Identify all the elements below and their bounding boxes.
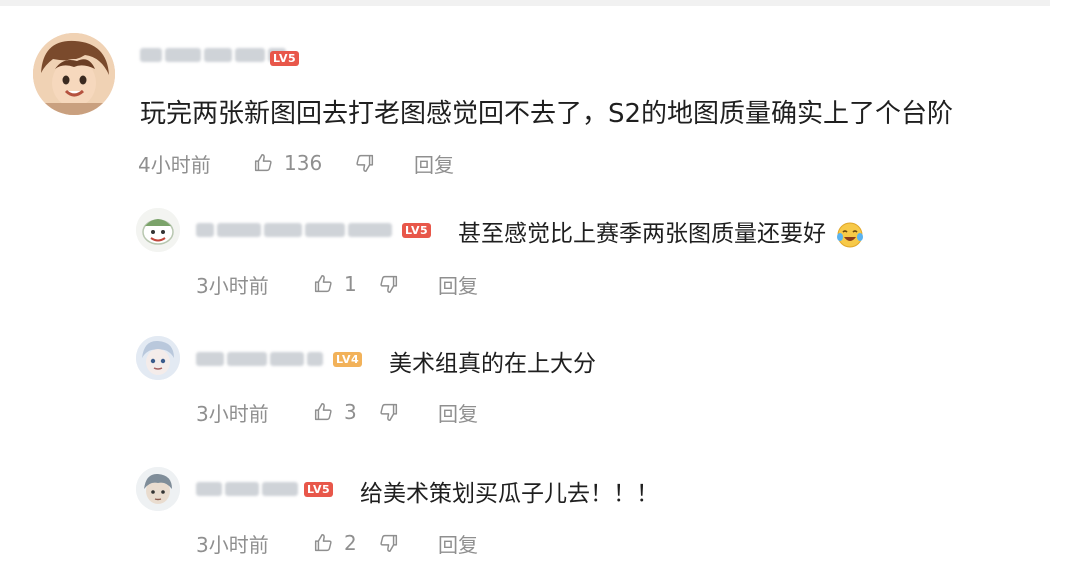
thumbs-down-icon[interactable] [354,152,376,174]
laughing-crying-emoji-icon [837,222,864,247]
avatar[interactable] [33,33,115,115]
username-blur [225,482,259,496]
timestamp: 3小时前 [196,273,269,298]
level-badge: LV5 [402,223,432,238]
reply-comment: LV5 甚至感觉比上赛季两张图质量还要好 3小时前 1 回复 [0,190,1080,310]
thumbs-up-icon[interactable] [312,401,334,423]
reply-text: 给美术策划买瓜子儿去！！！ [360,481,659,507]
username-blurred[interactable] [196,223,392,237]
avatar-image [136,208,180,252]
avatar-image [136,336,180,380]
username-blur [140,48,162,62]
level-badge: LV5 [304,482,334,497]
thumbs-up-icon[interactable] [312,273,334,295]
thumbs-down-icon[interactable] [378,273,400,295]
thumbs-up-icon[interactable] [252,152,274,174]
thumbs-down-icon[interactable] [378,532,400,554]
username-blur [227,352,267,366]
main-comment: LV5 玩完两张新图回去打老图感觉回不去了，S2的地图质量确实上了个台阶 4小时… [0,0,1080,190]
username-blur [307,352,323,366]
level-badge: LV4 [333,352,363,367]
avatar-image [136,467,180,511]
timestamp: 3小时前 [196,532,269,557]
username-blur [196,482,222,496]
reply-text: 美术组真的在上大分 [389,351,596,377]
username-blur [235,48,265,62]
reply-meta: 3小时前 1 回复 [196,270,478,298]
like-count: 1 [344,272,357,296]
avatar-image [33,33,115,115]
avatar[interactable] [136,208,180,252]
username-blurred[interactable] [140,48,286,62]
reply-button[interactable]: 回复 [438,398,478,427]
reply-comment: LV4 美术组真的在上大分 3小时前 3 回复 [0,320,1080,440]
reply-button[interactable]: 回复 [438,529,478,558]
reply-text-content: 甚至感觉比上赛季两张图质量还要好 [458,221,826,247]
username-blur [348,223,392,237]
like-count: 3 [344,400,357,424]
level-badge: LV5 [270,51,300,66]
username-blur [305,223,345,237]
thumbs-down-icon[interactable] [378,401,400,423]
timestamp: 3小时前 [196,401,269,426]
reply-text: 甚至感觉比上赛季两张图质量还要好 [458,214,865,250]
username-blur [165,48,201,62]
username-blurred[interactable] [196,352,323,366]
username-blur [217,223,261,237]
avatar[interactable] [136,336,180,380]
reply-meta: 3小时前 2 回复 [196,529,478,557]
like-count: 2 [344,531,357,555]
username-blur [204,48,232,62]
username-blur [196,223,214,237]
comment-meta: 4小时前 136 回复 [138,149,454,177]
username-blur [196,352,224,366]
avatar[interactable] [136,467,180,511]
thumbs-up-icon[interactable] [312,532,334,554]
reply-button[interactable]: 回复 [414,149,454,178]
timestamp: 4小时前 [138,152,211,177]
reply-meta: 3小时前 3 回复 [196,398,478,426]
username-blur [262,482,298,496]
comment-text: 玩完两张新图回去打老图感觉回不去了，S2的地图质量确实上了个台阶 [140,99,954,129]
username-blur [264,223,302,237]
like-count: 136 [284,151,323,175]
reply-button[interactable]: 回复 [438,270,478,299]
reply-comment: LV5 给美术策划买瓜子儿去！！！ 3小时前 2 回复 [0,450,1080,563]
username-blurred[interactable] [196,482,298,496]
username-blur [270,352,304,366]
